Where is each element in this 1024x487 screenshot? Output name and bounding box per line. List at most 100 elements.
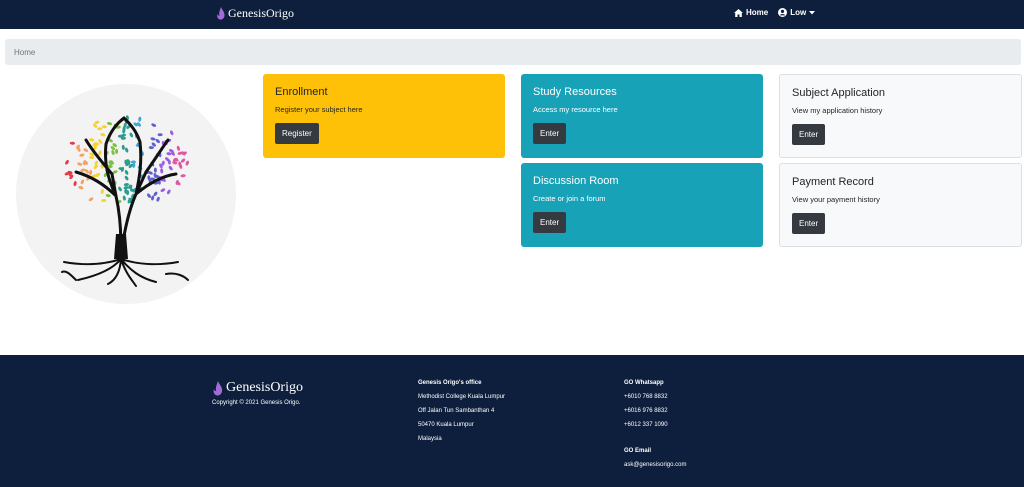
breadcrumb: Home [5,39,1021,65]
leaf-mark [78,185,84,190]
flame-logo-icon [213,380,223,396]
nav-home-label: Home [746,8,769,17]
user-circle-icon [778,8,788,17]
leaf-mark [88,197,94,202]
leaf-mark [129,132,134,138]
footer-copyright: Copyright © 2021 Genesis Origo. [212,400,301,406]
whatsapp-number[interactable]: +6012 337 1090 [624,418,668,432]
leaf-mark [138,116,142,122]
discussion-room-text: Create or join a forum [533,194,606,203]
whatsapp-number[interactable]: +6016 976 8832 [624,404,668,418]
leaf-mark [101,125,107,129]
subject-application-title: Subject Application [792,87,885,99]
leaf-mark [89,138,95,142]
leaf-mark [150,137,156,141]
leaf-mark [180,174,186,178]
leaf-mark [124,169,129,175]
home-icon [734,8,743,17]
leaf-mark [100,133,106,137]
leaf-mark [122,195,126,201]
leaf-mark [185,160,189,166]
leaf-mark [147,193,151,198]
payment-record-title: Payment Record [792,176,874,188]
email-address[interactable]: ask@genesisorigo.com [624,458,686,472]
user-menu-dropdown[interactable]: Low [778,8,816,17]
discussion-room-card: Discussion Room Create or join a forum E… [521,163,763,247]
footer-brand-name: GenesisOrigo [226,380,303,395]
whatsapp-number[interactable]: +6010 768 8832 [624,390,668,404]
enrollment-card: Enrollment Register your subject here Re… [263,74,505,158]
payment-enter-button[interactable]: Enter [792,213,826,234]
study-resources-title: Study Resources [533,86,617,98]
caret-down-icon [809,10,816,14]
leaf-mark [77,162,83,166]
study-resources-card: Study Resources Access my resource here … [521,74,763,158]
leaf-mark [69,141,75,145]
top-navbar: GenesisOrigo Home Low [0,0,1024,29]
leaf-mark [121,144,125,150]
leaf-mark [160,188,166,192]
leaf-mark [123,183,129,187]
leaf-mark [130,160,136,164]
footer-whatsapp: GO Whatsapp +6010 768 8832 +6016 976 883… [624,376,668,432]
tree-of-life-image [16,84,236,304]
leaf-mark [160,168,164,174]
study-enter-button[interactable]: Enter [533,123,567,144]
study-resources-text: Access my resource here [533,105,618,114]
leaf-mark [89,169,93,176]
subject-application-text: View my application history [792,106,883,115]
discussion-room-title: Discussion Room [533,175,619,187]
leaf-mark [79,153,85,157]
application-enter-button[interactable]: Enter [792,124,826,145]
office-line: Methodist College Kuala Lumpur [418,394,506,400]
leaf-mark [101,198,107,203]
brand-link[interactable]: GenesisOrigo [216,6,294,21]
subject-application-card: Subject Application View my application … [779,74,1022,158]
leaf-mark [118,186,122,192]
leaf-mark [65,159,69,165]
leaf-mark [124,175,129,181]
leaf-mark [156,196,160,202]
flame-logo-icon [217,7,225,20]
leaf-mark [176,145,181,151]
leaf-mark [166,152,172,156]
leaf-mark [98,150,102,156]
leaf-mark [148,146,154,150]
office-line: Off Jalan Tun Sambanthan 4 [418,408,495,414]
leaf-mark [155,138,160,144]
leaf-mark [80,168,86,172]
leaf-mark [106,122,113,126]
office-heading: Genesis Origo's office [418,380,482,386]
breadcrumb-home[interactable]: Home [14,48,35,57]
footer-email: GO Email ask@genesisorigo.com [624,444,686,472]
footer: GenesisOrigo Copyright © 2021 Genesis Or… [0,355,1024,487]
enrollment-text: Register your subject here [275,105,363,114]
enrollment-title: Enrollment [275,86,328,98]
leaf-mark [89,155,95,160]
leaf-mark [180,158,186,163]
leaf-mark [105,194,111,198]
footer-brand: GenesisOrigo [212,380,303,396]
leaf-mark [168,165,173,171]
discussion-enter-button[interactable]: Enter [533,212,567,233]
nav-home-link[interactable]: Home [734,8,768,17]
whatsapp-heading: GO Whatsapp [624,380,664,386]
leaf-mark [151,123,157,127]
leaf-mark [125,147,129,153]
footer-office: Genesis Origo's office Methodist College… [418,376,505,446]
payment-record-card: Payment Record View your payment history… [779,163,1022,247]
leaf-mark [97,127,103,131]
leaf-mark [115,148,119,154]
brand-name: GenesisOrigo [228,6,294,20]
email-heading: GO Email [624,448,652,454]
leaf-mark [123,186,129,190]
office-line: Malaysia [418,436,442,442]
leaf-mark [166,189,171,195]
leaf-mark [170,130,174,136]
tree-illustration-icon [61,115,189,287]
leaf-mark [80,179,85,185]
leaf-mark [157,133,163,137]
payment-record-text: View your payment history [792,195,880,204]
register-button[interactable]: Register [275,123,319,144]
leaf-mark [73,181,77,187]
